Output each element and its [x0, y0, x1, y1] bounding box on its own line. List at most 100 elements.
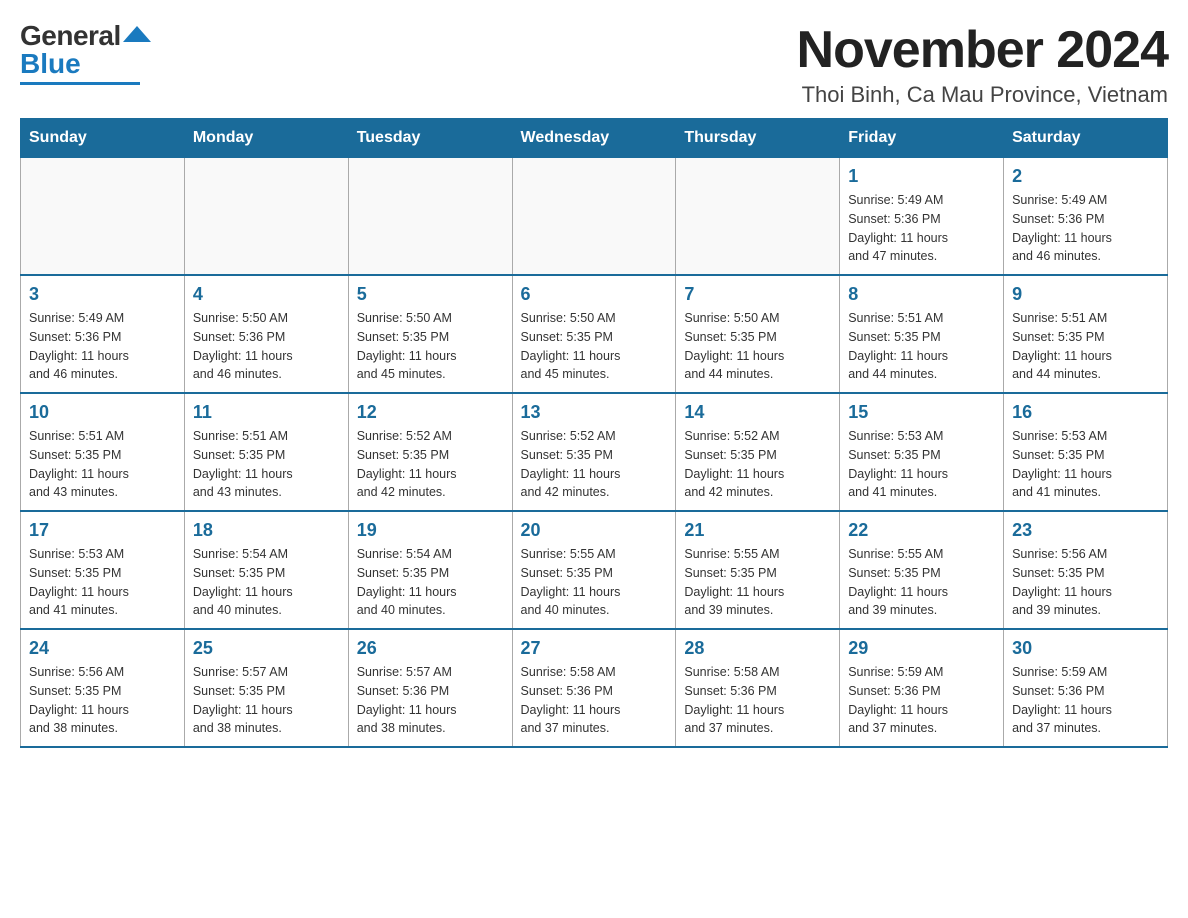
day-number: 22: [848, 520, 995, 541]
day-info: Sunrise: 5:57 AM Sunset: 5:36 PM Dayligh…: [357, 663, 504, 738]
calendar-header-friday: Friday: [840, 119, 1004, 158]
title-section: November 2024 Thoi Binh, Ca Mau Province…: [797, 20, 1168, 108]
day-number: 28: [684, 638, 831, 659]
calendar-cell: 15 Sunrise: 5:53 AM Sunset: 5:35 PM Dayli…: [840, 393, 1004, 511]
calendar-cell: [676, 158, 840, 276]
day-info: Sunrise: 5:53 AM Sunset: 5:35 PM Dayligh…: [29, 545, 176, 620]
day-info: Sunrise: 5:59 AM Sunset: 5:36 PM Dayligh…: [1012, 663, 1159, 738]
calendar-cell: 8 Sunrise: 5:51 AM Sunset: 5:35 PM Daylig…: [840, 275, 1004, 393]
day-info: Sunrise: 5:58 AM Sunset: 5:36 PM Dayligh…: [684, 663, 831, 738]
calendar-week-1: 1 Sunrise: 5:49 AM Sunset: 5:36 PM Daylig…: [21, 158, 1168, 276]
day-info: Sunrise: 5:49 AM Sunset: 5:36 PM Dayligh…: [848, 191, 995, 266]
day-number: 7: [684, 284, 831, 305]
day-info: Sunrise: 5:50 AM Sunset: 5:36 PM Dayligh…: [193, 309, 340, 384]
day-info: Sunrise: 5:55 AM Sunset: 5:35 PM Dayligh…: [848, 545, 995, 620]
calendar-cell: 17Sunrise: 5:53 AM Sunset: 5:35 PM Dayli…: [21, 511, 185, 629]
calendar-cell: 10 Sunrise: 5:51 AM Sunset: 5:35 PM Dayli…: [21, 393, 185, 511]
calendar-cell: 13Sunrise: 5:52 AM Sunset: 5:35 PM Dayli…: [512, 393, 676, 511]
day-info: Sunrise: 5:56 AM Sunset: 5:35 PM Dayligh…: [1012, 545, 1159, 620]
calendar-cell: 7Sunrise: 5:50 AM Sunset: 5:35 PM Daylig…: [676, 275, 840, 393]
calendar-table: SundayMondayTuesdayWednesdayThursdayFrid…: [20, 118, 1168, 748]
day-number: 2: [1012, 166, 1159, 187]
day-info: Sunrise: 5:51 AM Sunset: 5:35 PM Dayligh…: [1012, 309, 1159, 384]
day-info: Sunrise: 5:59 AM Sunset: 5:36 PM Dayligh…: [848, 663, 995, 738]
calendar-cell: 3 Sunrise: 5:49 AM Sunset: 5:36 PM Daylig…: [21, 275, 185, 393]
day-number: 19: [357, 520, 504, 541]
calendar-cell: 27 Sunrise: 5:58 AM Sunset: 5:36 PM Dayli…: [512, 629, 676, 747]
day-info: Sunrise: 5:49 AM Sunset: 5:36 PM Dayligh…: [29, 309, 176, 384]
day-number: 6: [521, 284, 668, 305]
calendar-header-tuesday: Tuesday: [348, 119, 512, 158]
calendar-cell: 1 Sunrise: 5:49 AM Sunset: 5:36 PM Daylig…: [840, 158, 1004, 276]
day-info: Sunrise: 5:54 AM Sunset: 5:35 PM Dayligh…: [357, 545, 504, 620]
day-info: Sunrise: 5:53 AM Sunset: 5:35 PM Dayligh…: [848, 427, 995, 502]
calendar-week-4: 17Sunrise: 5:53 AM Sunset: 5:35 PM Dayli…: [21, 511, 1168, 629]
calendar-cell: 19 Sunrise: 5:54 AM Sunset: 5:35 PM Dayli…: [348, 511, 512, 629]
logo-underline: [20, 82, 140, 85]
day-number: 14: [684, 402, 831, 423]
day-info: Sunrise: 5:51 AM Sunset: 5:35 PM Dayligh…: [848, 309, 995, 384]
day-number: 24: [29, 638, 176, 659]
logo-flag-icon: [123, 26, 151, 50]
day-number: 10: [29, 402, 176, 423]
day-number: 11: [193, 402, 340, 423]
calendar-cell: 9 Sunrise: 5:51 AM Sunset: 5:35 PM Daylig…: [1004, 275, 1168, 393]
calendar-cell: [512, 158, 676, 276]
calendar-cell: 5Sunrise: 5:50 AM Sunset: 5:35 PM Daylig…: [348, 275, 512, 393]
calendar-cell: 11 Sunrise: 5:51 AM Sunset: 5:35 PM Dayli…: [184, 393, 348, 511]
day-info: Sunrise: 5:49 AM Sunset: 5:36 PM Dayligh…: [1012, 191, 1159, 266]
day-number: 1: [848, 166, 995, 187]
day-info: Sunrise: 5:55 AM Sunset: 5:35 PM Dayligh…: [684, 545, 831, 620]
day-number: 29: [848, 638, 995, 659]
calendar-cell: [21, 158, 185, 276]
calendar-cell: 28 Sunrise: 5:58 AM Sunset: 5:36 PM Dayli…: [676, 629, 840, 747]
day-number: 8: [848, 284, 995, 305]
day-info: Sunrise: 5:54 AM Sunset: 5:35 PM Dayligh…: [193, 545, 340, 620]
day-number: 13: [521, 402, 668, 423]
logo: General Blue: [20, 20, 151, 85]
calendar-cell: 21 Sunrise: 5:55 AM Sunset: 5:35 PM Dayli…: [676, 511, 840, 629]
day-info: Sunrise: 5:58 AM Sunset: 5:36 PM Dayligh…: [521, 663, 668, 738]
calendar-week-2: 3 Sunrise: 5:49 AM Sunset: 5:36 PM Daylig…: [21, 275, 1168, 393]
calendar-header-sunday: Sunday: [21, 119, 185, 158]
calendar-cell: [184, 158, 348, 276]
day-number: 9: [1012, 284, 1159, 305]
day-number: 18: [193, 520, 340, 541]
page-header: General Blue November 2024 Thoi Binh, Ca…: [20, 20, 1168, 108]
calendar-header-wednesday: Wednesday: [512, 119, 676, 158]
day-info: Sunrise: 5:52 AM Sunset: 5:35 PM Dayligh…: [684, 427, 831, 502]
day-info: Sunrise: 5:55 AM Sunset: 5:35 PM Dayligh…: [521, 545, 668, 620]
calendar-cell: 26Sunrise: 5:57 AM Sunset: 5:36 PM Dayli…: [348, 629, 512, 747]
logo-blue-text: Blue: [20, 48, 81, 80]
calendar-cell: 29 Sunrise: 5:59 AM Sunset: 5:36 PM Dayli…: [840, 629, 1004, 747]
calendar-cell: 16 Sunrise: 5:53 AM Sunset: 5:35 PM Dayli…: [1004, 393, 1168, 511]
day-number: 20: [521, 520, 668, 541]
day-info: Sunrise: 5:50 AM Sunset: 5:35 PM Dayligh…: [521, 309, 668, 384]
day-number: 25: [193, 638, 340, 659]
calendar-header-monday: Monday: [184, 119, 348, 158]
calendar-cell: 2 Sunrise: 5:49 AM Sunset: 5:36 PM Daylig…: [1004, 158, 1168, 276]
calendar-cell: 24 Sunrise: 5:56 AM Sunset: 5:35 PM Dayli…: [21, 629, 185, 747]
day-info: Sunrise: 5:53 AM Sunset: 5:35 PM Dayligh…: [1012, 427, 1159, 502]
location-title: Thoi Binh, Ca Mau Province, Vietnam: [797, 82, 1168, 108]
day-info: Sunrise: 5:51 AM Sunset: 5:35 PM Dayligh…: [193, 427, 340, 502]
calendar-cell: 25 Sunrise: 5:57 AM Sunset: 5:35 PM Dayli…: [184, 629, 348, 747]
calendar-week-3: 10 Sunrise: 5:51 AM Sunset: 5:35 PM Dayli…: [21, 393, 1168, 511]
day-info: Sunrise: 5:57 AM Sunset: 5:35 PM Dayligh…: [193, 663, 340, 738]
day-number: 30: [1012, 638, 1159, 659]
day-number: 5: [357, 284, 504, 305]
calendar-cell: 18 Sunrise: 5:54 AM Sunset: 5:35 PM Dayli…: [184, 511, 348, 629]
day-info: Sunrise: 5:51 AM Sunset: 5:35 PM Dayligh…: [29, 427, 176, 502]
day-number: 27: [521, 638, 668, 659]
day-number: 15: [848, 402, 995, 423]
calendar-cell: 30 Sunrise: 5:59 AM Sunset: 5:36 PM Dayli…: [1004, 629, 1168, 747]
day-info: Sunrise: 5:56 AM Sunset: 5:35 PM Dayligh…: [29, 663, 176, 738]
calendar-cell: 4 Sunrise: 5:50 AM Sunset: 5:36 PM Daylig…: [184, 275, 348, 393]
day-info: Sunrise: 5:52 AM Sunset: 5:35 PM Dayligh…: [357, 427, 504, 502]
day-number: 16: [1012, 402, 1159, 423]
day-number: 3: [29, 284, 176, 305]
day-number: 21: [684, 520, 831, 541]
calendar-header-row: SundayMondayTuesdayWednesdayThursdayFrid…: [21, 119, 1168, 158]
calendar-cell: 12Sunrise: 5:52 AM Sunset: 5:35 PM Dayli…: [348, 393, 512, 511]
day-number: 4: [193, 284, 340, 305]
